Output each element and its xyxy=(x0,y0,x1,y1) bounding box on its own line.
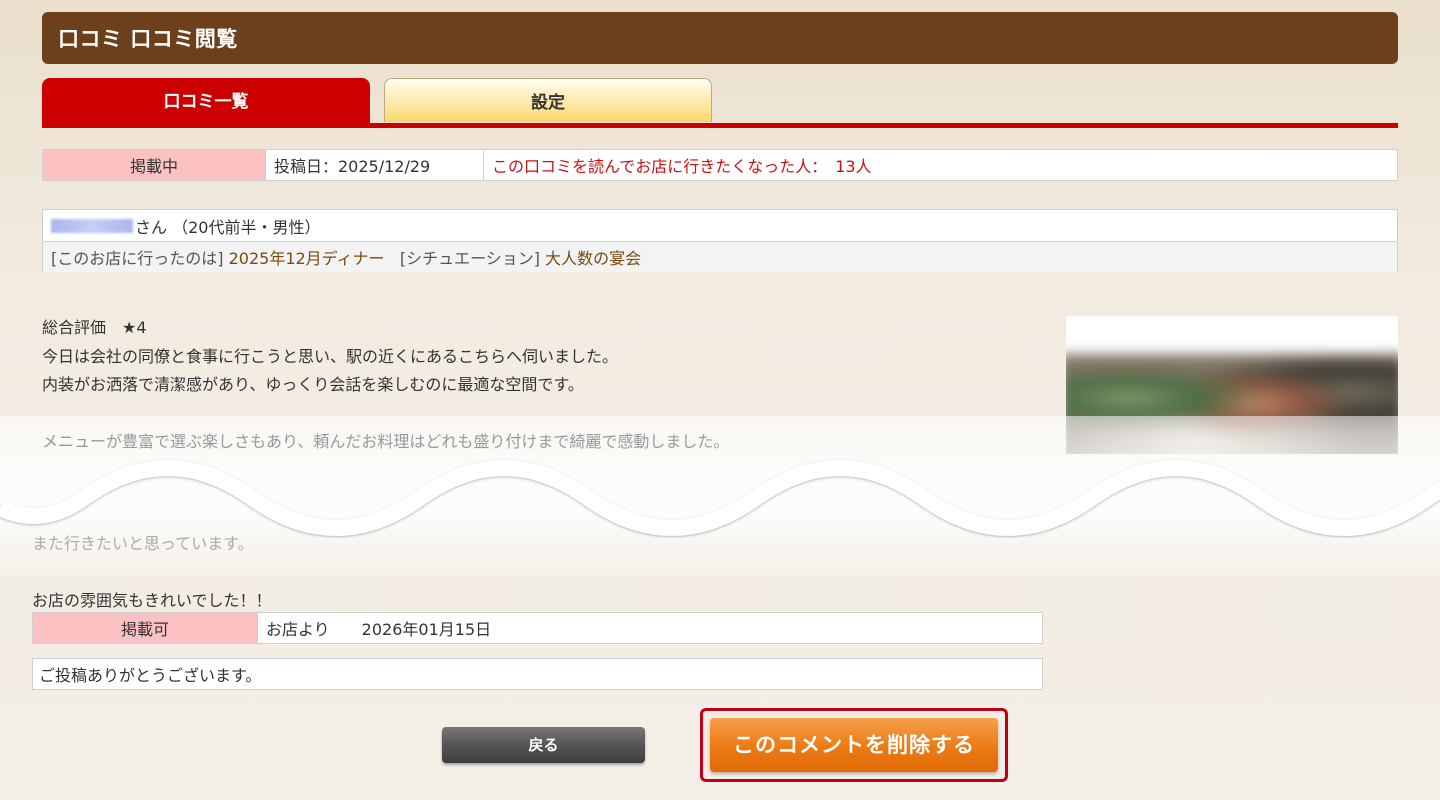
delete-comment-button[interactable]: このコメントを削除する xyxy=(710,718,998,772)
visit-value: 2025年12月ディナー xyxy=(228,249,385,268)
review-line-faded: メニューが豊富で選ぶ楽しさもあり、頼んだお料理はどれも盛り付けまで綺麗で感動しま… xyxy=(42,432,730,451)
situation-label: [シチュエーション] xyxy=(399,249,540,268)
tab-review-list[interactable]: 口コミ一覧 xyxy=(42,78,370,124)
reviewer-info: さん （20代前半・男性） [このお店に行ったのは] 2025年12月ディナー … xyxy=(42,209,1398,272)
tab-settings[interactable]: 設定 xyxy=(384,78,712,122)
review-status-row: 掲載中 投稿日：2025/12/29 この口コミを読んでお店に行きたくなった人：… xyxy=(42,149,1398,181)
reply-message: ご投稿ありがとうございます。 xyxy=(32,658,1043,690)
reply-status-badge: 掲載可 xyxy=(33,613,257,643)
visit-info-line: [このお店に行ったのは] 2025年12月ディナー [シチュエーション] 大人数… xyxy=(43,241,1397,272)
overall-rating: 総合評価 ★4 xyxy=(42,318,147,337)
tab-bar: 口コミ一覧 設定 xyxy=(42,78,1398,128)
situation-value: 大人数の宴会 xyxy=(545,249,642,268)
reviewer-demographic: さん （20代前半・男性） xyxy=(135,217,321,237)
review-line: 内装がお洒落で清潔感があり、ゆっくり会話を楽しむのに最適な空間です。 xyxy=(42,375,584,394)
reply-status-row: 掲載可 お店より 2026年01月15日 xyxy=(32,612,1043,644)
reviewer-line: さん （20代前半・男性） xyxy=(43,210,1397,241)
visit-label: [このお店に行ったのは] xyxy=(51,249,224,268)
tab-underline xyxy=(42,123,1398,128)
back-button[interactable]: 戻る xyxy=(442,727,645,763)
review-closing: お店の雰囲気もきれいでした！！ xyxy=(32,591,272,610)
reviewer-name-blurred xyxy=(51,218,133,233)
page-title: 口コミ 口コミ閲覧 xyxy=(58,27,238,51)
post-date: 投稿日：2025/12/29 xyxy=(265,150,483,180)
page-header: 口コミ 口コミ閲覧 xyxy=(42,12,1398,64)
truncation-wave xyxy=(0,459,1440,537)
review-body: 総合評価 ★4 今日は会社の同僚と食事に行こうと思い、駅の近くにあるこちらへ伺い… xyxy=(42,314,618,400)
reply-from-date: お店より 2026年01月15日 xyxy=(257,613,1042,643)
review-line-faded: また行きたいと思っています。 xyxy=(32,534,254,553)
status-badge: 掲載中 xyxy=(43,150,265,180)
review-line: 今日は会社の同僚と食事に行こうと思い、駅の近くにあるこちらへ伺いました。 xyxy=(42,346,619,366)
wanted-to-visit-count: この口コミを読んでお店に行きたくなった人： 13人 xyxy=(483,150,1397,180)
